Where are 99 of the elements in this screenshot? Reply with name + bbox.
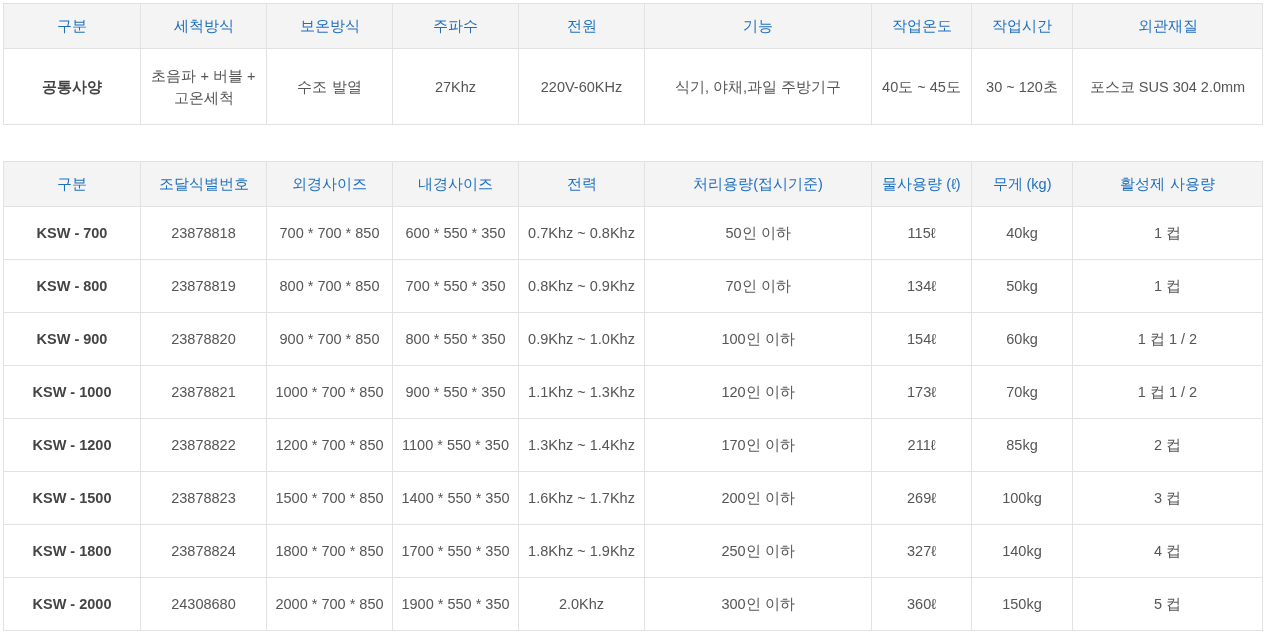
table-cell: 1900 * 550 * 350: [392, 577, 519, 631]
table-cell: 2 컵: [1072, 418, 1263, 472]
row-header: KSW - 800: [3, 259, 141, 313]
column-header: 세척방식: [140, 3, 267, 49]
table-cell: 1.3Khz ~ 1.4Khz: [518, 418, 645, 472]
table-cell: 1 컵 1 / 2: [1072, 365, 1263, 419]
column-header: 전력: [518, 161, 645, 207]
table-cell: 700 * 700 * 850: [266, 206, 393, 260]
table-cell: 70인 이하: [644, 259, 872, 313]
table-cell: 23878823: [140, 471, 267, 525]
column-header: 작업온도: [871, 3, 972, 49]
table-cell: 24308680: [140, 577, 267, 631]
table-cell: 1100 * 550 * 350: [392, 418, 519, 472]
column-header: 주파수: [392, 3, 519, 49]
table-cell: 211ℓ: [871, 418, 972, 472]
table-cell: 115ℓ: [871, 206, 972, 260]
table-cell: 60kg: [971, 312, 1073, 366]
table-cell: 식기, 야채,과일 주방기구: [644, 48, 872, 125]
column-header: 구분: [3, 3, 141, 49]
table-cell: 220V-60KHz: [518, 48, 645, 125]
table-cell: 0.8Khz ~ 0.9Khz: [518, 259, 645, 313]
column-header: 기능: [644, 3, 872, 49]
table-cell: 수조 발열: [266, 48, 393, 125]
table-cell: 50kg: [971, 259, 1073, 313]
table-cell: 23878818: [140, 206, 267, 260]
column-header: 구분: [3, 161, 141, 207]
row-header: KSW - 1500: [3, 471, 141, 525]
table-cell: 1 컵: [1072, 206, 1263, 260]
table-cell: 초음파 + 버블 + 고온세척: [140, 48, 267, 125]
table-cell: 360ℓ: [871, 577, 972, 631]
table-cell: 1500 * 700 * 850: [266, 471, 393, 525]
row-header: KSW - 2000: [3, 577, 141, 631]
table-cell: 50인 이하: [644, 206, 872, 260]
table-cell: 250인 이하: [644, 524, 872, 578]
table-cell: 134ℓ: [871, 259, 972, 313]
table-cell: 1 컵 1 / 2: [1072, 312, 1263, 366]
table-cell: 900 * 550 * 350: [392, 365, 519, 419]
table-cell: 173ℓ: [871, 365, 972, 419]
column-header: 외경사이즈: [266, 161, 393, 207]
column-header: 활성제 사용량: [1072, 161, 1263, 207]
table-cell: 2.0Khz: [518, 577, 645, 631]
table-cell: 900 * 700 * 850: [266, 312, 393, 366]
table-cell: 23878821: [140, 365, 267, 419]
table-cell: 23878822: [140, 418, 267, 472]
column-header: 전원: [518, 3, 645, 49]
table-cell: 5 컵: [1072, 577, 1263, 631]
table-cell: 200인 이하: [644, 471, 872, 525]
table-cell: 1700 * 550 * 350: [392, 524, 519, 578]
table-cell: 1400 * 550 * 350: [392, 471, 519, 525]
table-cell: 1000 * 700 * 850: [266, 365, 393, 419]
table-cell: 30 ~ 120초: [971, 48, 1073, 125]
table-cell: 포스코 SUS 304 2.0mm: [1072, 48, 1263, 125]
table-cell: 3 컵: [1072, 471, 1263, 525]
table-cell: 150kg: [971, 577, 1073, 631]
table-cell: 85kg: [971, 418, 1073, 472]
column-header: 물사용량 (ℓ): [871, 161, 972, 207]
table-cell: 1800 * 700 * 850: [266, 524, 393, 578]
column-header: 보온방식: [266, 3, 393, 49]
table-cell: 327ℓ: [871, 524, 972, 578]
table-cell: 300인 이하: [644, 577, 872, 631]
table-cell: 40kg: [971, 206, 1073, 260]
table-cell: 4 컵: [1072, 524, 1263, 578]
table-cell: 1.6Khz ~ 1.7Khz: [518, 471, 645, 525]
column-header: 내경사이즈: [392, 161, 519, 207]
column-header: 작업시간: [971, 3, 1073, 49]
table-cell: 800 * 700 * 850: [266, 259, 393, 313]
column-header: 조달식별번호: [140, 161, 267, 207]
table-cell: 23878819: [140, 259, 267, 313]
table-cell: 154ℓ: [871, 312, 972, 366]
row-header: KSW - 1000: [3, 365, 141, 419]
table-cell: 0.9Khz ~ 1.0Khz: [518, 312, 645, 366]
row-header: KSW - 900: [3, 312, 141, 366]
table-cell: 269ℓ: [871, 471, 972, 525]
table-cell: 23878824: [140, 524, 267, 578]
table-cell: 100kg: [971, 471, 1073, 525]
table-cell: 70kg: [971, 365, 1073, 419]
column-header: 외관재질: [1072, 3, 1263, 49]
table-cell: 1 컵: [1072, 259, 1263, 313]
row-header: 공통사양: [3, 48, 141, 125]
column-header: 처리용량(접시기준): [644, 161, 872, 207]
table-cell: 1200 * 700 * 850: [266, 418, 393, 472]
row-header: KSW - 700: [3, 206, 141, 260]
table-cell: 27Khz: [392, 48, 519, 125]
row-header: KSW - 1200: [3, 418, 141, 472]
table-cell: 700 * 550 * 350: [392, 259, 519, 313]
table-cell: 2000 * 700 * 850: [266, 577, 393, 631]
table-cell: 140kg: [971, 524, 1073, 578]
table-cell: 40도 ~ 45도: [871, 48, 972, 125]
table-cell: 800 * 550 * 350: [392, 312, 519, 366]
table-cell: 0.7Khz ~ 0.8Khz: [518, 206, 645, 260]
table-cell: 1.1Khz ~ 1.3Khz: [518, 365, 645, 419]
table-cell: 1.8Khz ~ 1.9Khz: [518, 524, 645, 578]
table-cell: 23878820: [140, 312, 267, 366]
table-cell: 120인 이하: [644, 365, 872, 419]
column-header: 무게 (kg): [971, 161, 1073, 207]
table-cell: 600 * 550 * 350: [392, 206, 519, 260]
table-cell: 170인 이하: [644, 418, 872, 472]
table-cell: 100인 이하: [644, 312, 872, 366]
row-header: KSW - 1800: [3, 524, 141, 578]
